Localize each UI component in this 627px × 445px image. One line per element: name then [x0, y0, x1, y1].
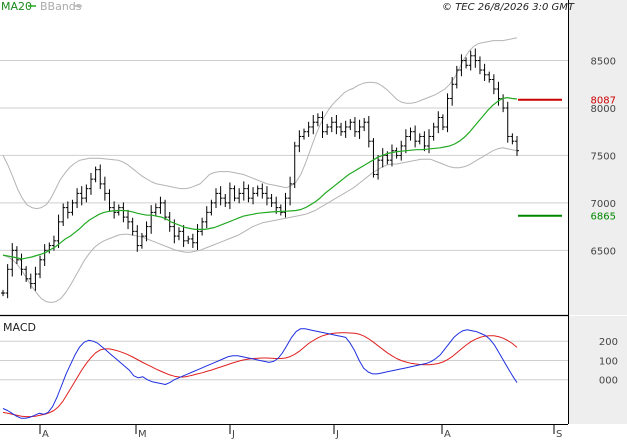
resistance-label: 8087: [591, 96, 616, 107]
ma20-layer: [2, 96, 518, 260]
support-label: 6865: [591, 212, 616, 223]
signal-line: [2, 332, 518, 418]
month-tick-label: J: [231, 429, 235, 440]
stock-chart: 8500 8000 7500 7000 6500 200 100 000 AMJJAS 80…: [0, 0, 627, 440]
month-tick-label: S: [556, 429, 562, 440]
price-tick-label: 8500: [591, 57, 616, 68]
bbands-layer: [2, 37, 518, 303]
macd-tick-label: 000: [599, 376, 618, 387]
macd-gridlines: [0, 340, 568, 381]
copyright-text: © TEC 26/8/2026 3:0 GMT: [442, 2, 575, 13]
bbands-upper-line: [2, 37, 518, 210]
month-tick-label: A: [444, 429, 451, 440]
price-tick-label: 7000: [591, 199, 616, 210]
macd-layer: [2, 328, 518, 419]
month-tick-label: J: [335, 429, 339, 440]
month-tick-labels: AMJJAS: [39, 424, 562, 440]
macd-tick-label: 200: [599, 337, 618, 348]
price-gridlines: [0, 60, 568, 251]
month-tick-label: A: [42, 429, 49, 440]
macd-axis-band: [568, 316, 627, 424]
price-tick-label: 6500: [591, 246, 616, 257]
price-tick-label: 7500: [591, 151, 616, 162]
chart-canvas: 85008000750070006500 200100000 AMJJAS 80…: [0, 0, 627, 440]
macd-panel-title: MACD: [3, 321, 36, 334]
ma20-legend-label: MA20: [1, 0, 32, 13]
price-bars-layer: [1, 48, 519, 299]
bbands-lower-line: [2, 147, 518, 303]
ma20-line: [2, 96, 518, 260]
month-tick-label: M: [138, 429, 147, 440]
macd-tick-labels: 200 100 000: [599, 337, 618, 386]
macd-tick-label: 100: [599, 356, 618, 367]
